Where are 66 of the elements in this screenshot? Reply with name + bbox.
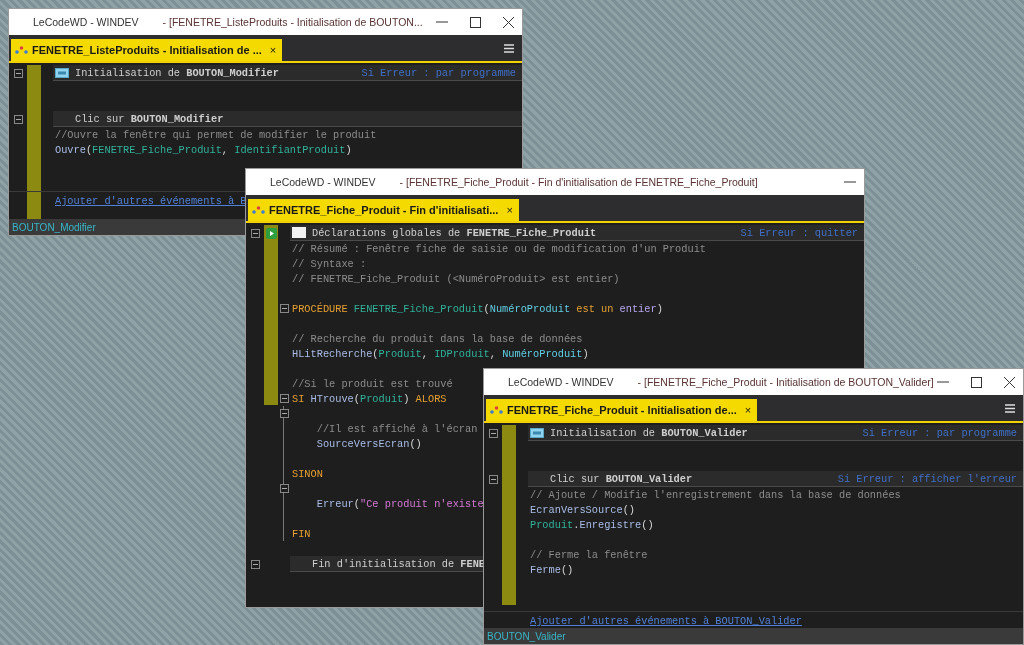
code-line: PROCÉDURE FENETRE_Fiche_Produit(NuméroProduit est un entier) bbox=[291, 302, 663, 315]
window-title: LeCodeWD - WINDEV bbox=[508, 376, 614, 388]
code-line: // Syntaxe : bbox=[291, 257, 367, 270]
window-title: LeCodeWD - WINDEV bbox=[270, 176, 376, 188]
tab-label: FENETRE_Fiche_Produit - Initialisation de... bbox=[507, 404, 737, 416]
code-line: //Il est affiché à l'écran bbox=[315, 422, 478, 435]
collapse-icon[interactable] bbox=[488, 428, 498, 438]
editor-tab[interactable]: FENETRE_Fiche_Produit - Initialisation de... × bbox=[486, 399, 758, 421]
document-title: - [FENETRE_ListeProduits - Initialisation de BOUTON... bbox=[162, 16, 423, 28]
section-title: Déclarations globales de FENETRE_Fiche_Produit bbox=[312, 226, 597, 239]
tab-close[interactable]: × bbox=[265, 44, 277, 56]
code-line: // Ajoute / Modifie l'enregistrement dans la base de données bbox=[529, 488, 901, 501]
status-text: BOUTON_Valider bbox=[487, 630, 566, 642]
code-line: SourceVersEcran() bbox=[315, 437, 422, 450]
code-line: //Si le produit est trouvé bbox=[291, 377, 453, 390]
collapse-icon[interactable] bbox=[250, 228, 260, 238]
editor-tab[interactable]: FENETRE_ListeProduits - Initialisation de ... × bbox=[11, 39, 283, 61]
button-icon bbox=[55, 67, 69, 78]
menu-icon[interactable] bbox=[1005, 404, 1015, 413]
tab-label: FENETRE_Fiche_Produit - Fin d'initialisati... bbox=[269, 204, 499, 216]
editor-tab[interactable]: FENETRE_Fiche_Produit - Fin d'initialisati... × bbox=[248, 199, 519, 221]
collapse-icon[interactable] bbox=[13, 68, 23, 78]
window-title: LeCodeWD - WINDEV bbox=[33, 16, 139, 28]
window-icon bbox=[252, 206, 265, 214]
section-title: Initialisation de BOUTON_Modifier bbox=[75, 66, 279, 79]
code-line: Erreur("Ce produit n'existe bbox=[315, 497, 484, 510]
window-icon bbox=[15, 46, 28, 54]
close-icon[interactable] bbox=[1004, 376, 1015, 388]
collapse-icon[interactable] bbox=[13, 114, 23, 124]
collapse-icon[interactable] bbox=[279, 304, 289, 313]
menu-icon[interactable] bbox=[504, 44, 514, 53]
section-title: Initialisation de BOUTON_Valider bbox=[550, 426, 748, 439]
tab-close[interactable]: × bbox=[740, 404, 752, 416]
tab-label: FENETRE_ListeProduits - Initialisation de ... bbox=[32, 44, 262, 56]
code-line: // Résumé : Fenêtre fiche de saisie ou de modification d'un Produit bbox=[291, 242, 706, 255]
section-title: Clic sur BOUTON_Modifier bbox=[75, 112, 224, 125]
document-title: - [FENETRE_Fiche_Produit - Initialisation de BOUTON_Valider] bbox=[637, 376, 934, 388]
maximize-icon[interactable] bbox=[971, 376, 982, 388]
section-title: Clic sur BOUTON_Valider bbox=[550, 472, 693, 485]
maximize-icon[interactable] bbox=[470, 16, 481, 28]
collapse-icon[interactable] bbox=[250, 559, 260, 569]
close-icon[interactable] bbox=[503, 16, 514, 28]
window-icon bbox=[490, 406, 503, 414]
code-line: Ferme() bbox=[529, 563, 574, 576]
code-line: Ouvre(FENETRE_Fiche_Produit, IdentifiantProduit) bbox=[54, 143, 352, 156]
add-events-link[interactable]: Ajouter d'autres événements à BOUTON_Valider bbox=[528, 615, 802, 627]
code-line: HLitRecherche(Produit, IDProduit, NuméroProduit) bbox=[291, 347, 589, 360]
code-line: // FENETRE_Fiche_Produit (<NuméroProduit> est entier) bbox=[291, 272, 620, 285]
code-line: //Ouvre la fenêtre qui permet de modifier le produit bbox=[54, 128, 377, 141]
code-line: SINON bbox=[291, 467, 323, 480]
collapse-icon[interactable] bbox=[488, 474, 498, 484]
code-line: FIN bbox=[291, 527, 311, 540]
document-title: - [FENETRE_Fiche_Produit - Fin d'initialisation de FENETRE_Fiche_Produit] bbox=[399, 176, 758, 188]
button-icon bbox=[530, 427, 544, 438]
collapse-icon[interactable] bbox=[279, 394, 289, 403]
tab-close[interactable]: × bbox=[502, 204, 513, 216]
code-line: // Recherche du produit dans la base de données bbox=[291, 332, 583, 345]
code-line: EcranVersSource() bbox=[529, 503, 636, 516]
code-line: // Ferme la fenêtre bbox=[529, 548, 648, 561]
window-icon bbox=[292, 227, 306, 238]
code-line: Produit.Enregistre() bbox=[529, 518, 654, 531]
collapse-icon[interactable] bbox=[279, 484, 289, 493]
status-text: BOUTON_Modifier bbox=[12, 221, 96, 233]
collapse-icon[interactable] bbox=[279, 409, 289, 418]
code-line: SI HTrouve(Produit) ALORS bbox=[291, 392, 447, 405]
section-title: Fin d'initialisation de FENE bbox=[312, 557, 486, 570]
